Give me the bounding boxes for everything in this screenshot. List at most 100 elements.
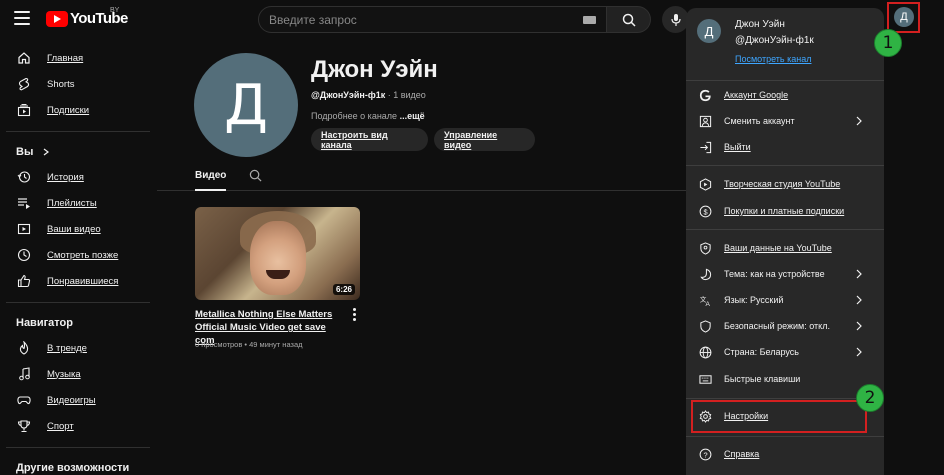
sidebar-item-sports[interactable]: Спорт [0, 413, 156, 439]
search-icon [622, 13, 636, 27]
menu-item-label: Аккаунт Google [724, 90, 789, 100]
svg-text:$: $ [703, 207, 707, 216]
channel-handle: @ДжонУэйн-ф1к [311, 90, 386, 100]
menu-item-switch-account[interactable]: Сменить аккаунт [686, 109, 884, 133]
chevron-right-icon [856, 116, 862, 126]
customize-channel-button[interactable]: Настроить вид канала [311, 128, 428, 151]
menu-item-your-data[interactable]: Ваши данные на YouTube [686, 236, 884, 260]
menu-item-theme[interactable]: Тема: как на устройстве [686, 262, 884, 286]
sidebar-item-subscriptions[interactable]: Подписки [0, 97, 156, 123]
sidebar-item-label: Музыка [47, 368, 81, 380]
watch-later-icon [17, 248, 31, 262]
shorts-icon [17, 77, 31, 91]
playlists-icon [17, 196, 31, 210]
sidebar-item-watch-later[interactable]: Смотреть позже [0, 242, 156, 268]
menu-item-purchases[interactable]: $ Покупки и платные подписки [686, 199, 884, 223]
region-code: BY [110, 7, 120, 14]
menu-divider [686, 165, 884, 166]
menu-item-label: Страна: Беларусь [724, 347, 799, 357]
view-channel-link[interactable]: Посмотреть канал [735, 54, 811, 64]
manage-videos-button[interactable]: Управление видео [434, 128, 535, 151]
menu-item-label: Справка [724, 449, 760, 459]
menu-item-label: Выйти [724, 142, 751, 152]
video-thumbnail[interactable]: 6:26 [195, 207, 360, 300]
you-heading-label: Вы [16, 146, 34, 158]
menu-item-label: Ваши данные на YouTube [724, 243, 832, 253]
music-icon [17, 367, 31, 381]
sidebar-item-label: Главная [47, 52, 84, 64]
menu-item-restricted-mode[interactable]: Безопасный режим: откл. [686, 314, 884, 338]
search-box [258, 6, 607, 33]
thumbnail-face [250, 221, 306, 295]
sidebar-you-heading[interactable]: Вы [0, 140, 156, 164]
search-input[interactable] [269, 12, 569, 27]
help-icon: ? [698, 447, 712, 461]
sidebar-item-label: История [47, 171, 84, 183]
trophy-icon [17, 419, 31, 433]
channel-video-count: · 1 видео [385, 90, 426, 100]
channel-avatar[interactable]: Д [194, 53, 298, 157]
sidebar-item-label: Видеоигры [47, 394, 96, 406]
voice-search-button[interactable] [662, 6, 689, 33]
sidebar-item-history[interactable]: История [0, 164, 156, 190]
menu-item-label: Язык: Русский [724, 295, 784, 305]
svg-text:A: A [705, 301, 710, 307]
keyboard-icon[interactable] [583, 15, 596, 24]
menu-item-label: Сменить аккаунт [724, 116, 795, 126]
switch-account-icon [698, 114, 712, 128]
sidebar-item-trending[interactable]: В тренде [0, 335, 156, 361]
moon-icon [698, 267, 712, 281]
your-videos-icon [17, 222, 31, 236]
search-button[interactable] [607, 6, 651, 33]
history-icon [17, 170, 31, 184]
menu-item-location[interactable]: Страна: Беларусь [686, 340, 884, 364]
menu-item-label: Тема: как на устройстве [724, 269, 825, 279]
sidebar-item-gaming[interactable]: Видеоигры [0, 387, 156, 413]
translate-icon: 文A [698, 293, 712, 307]
sidebar-item-label: Подписки [47, 104, 90, 116]
microphone-icon [670, 13, 681, 26]
more-options-icon[interactable] [350, 308, 358, 322]
chevron-right-icon [856, 321, 862, 331]
chevron-right-icon [856, 347, 862, 357]
subscriptions-icon [17, 103, 31, 117]
sidebar-item-your-videos[interactable]: Ваши видео [0, 216, 156, 242]
menu-item-label: Быстрые клавиши [724, 374, 801, 384]
shield-icon [698, 319, 712, 333]
menu-item-help[interactable]: ? Справка [686, 442, 884, 466]
sidebar-item-home[interactable]: Главная [0, 45, 156, 71]
menu-item-studio[interactable]: Творческая студия YouTube [686, 172, 884, 196]
shield-user-icon [698, 241, 712, 255]
gamepad-icon [17, 393, 31, 407]
menu-item-google-account[interactable]: Аккаунт Google [686, 83, 884, 107]
sidebar-item-music[interactable]: Музыка [0, 361, 156, 387]
keyboard-icon [698, 372, 712, 386]
tab-videos[interactable]: Видео [195, 170, 226, 181]
channel-desc-prefix: Подробнее о канале [311, 111, 400, 121]
menu-account-handle: @ДжонУэйн-ф1к [735, 35, 814, 46]
channel-description[interactable]: Подробнее о канале ...ещё [311, 111, 425, 121]
avatar-highlight-box [887, 2, 920, 33]
sidebar-item-label: Ваши видео [47, 223, 101, 235]
settings-highlight-box [691, 400, 867, 433]
home-icon [17, 51, 31, 65]
sidebar-item-liked[interactable]: Понравившиеся [0, 268, 156, 294]
studio-icon [698, 177, 712, 191]
sidebar-item-shorts[interactable]: Shorts [0, 71, 156, 97]
menu-divider [686, 398, 884, 399]
channel-search-icon[interactable] [249, 169, 262, 182]
channel-tabs: Видео [157, 160, 687, 191]
sidebar-item-playlists[interactable]: Плейлисты [0, 190, 156, 216]
menu-item-keyboard-shortcuts[interactable]: Быстрые клавиши [686, 367, 884, 391]
menu-icon[interactable] [14, 11, 30, 25]
sidebar-item-label: Смотреть позже [47, 249, 119, 261]
like-icon [17, 274, 31, 288]
sidebar: Главная Shorts Подписки Вы История Плейл… [0, 40, 156, 475]
menu-item-sign-out[interactable]: Выйти [686, 135, 884, 159]
video-duration: 6:26 [332, 284, 355, 295]
sidebar-divider [6, 302, 150, 303]
menu-item-language[interactable]: 文A Язык: Русский [686, 288, 884, 312]
trending-icon [17, 341, 31, 355]
video-stats: 0 просмотров • 49 минут назад [195, 340, 303, 349]
menu-item-label: Покупки и платные подписки [724, 206, 845, 216]
